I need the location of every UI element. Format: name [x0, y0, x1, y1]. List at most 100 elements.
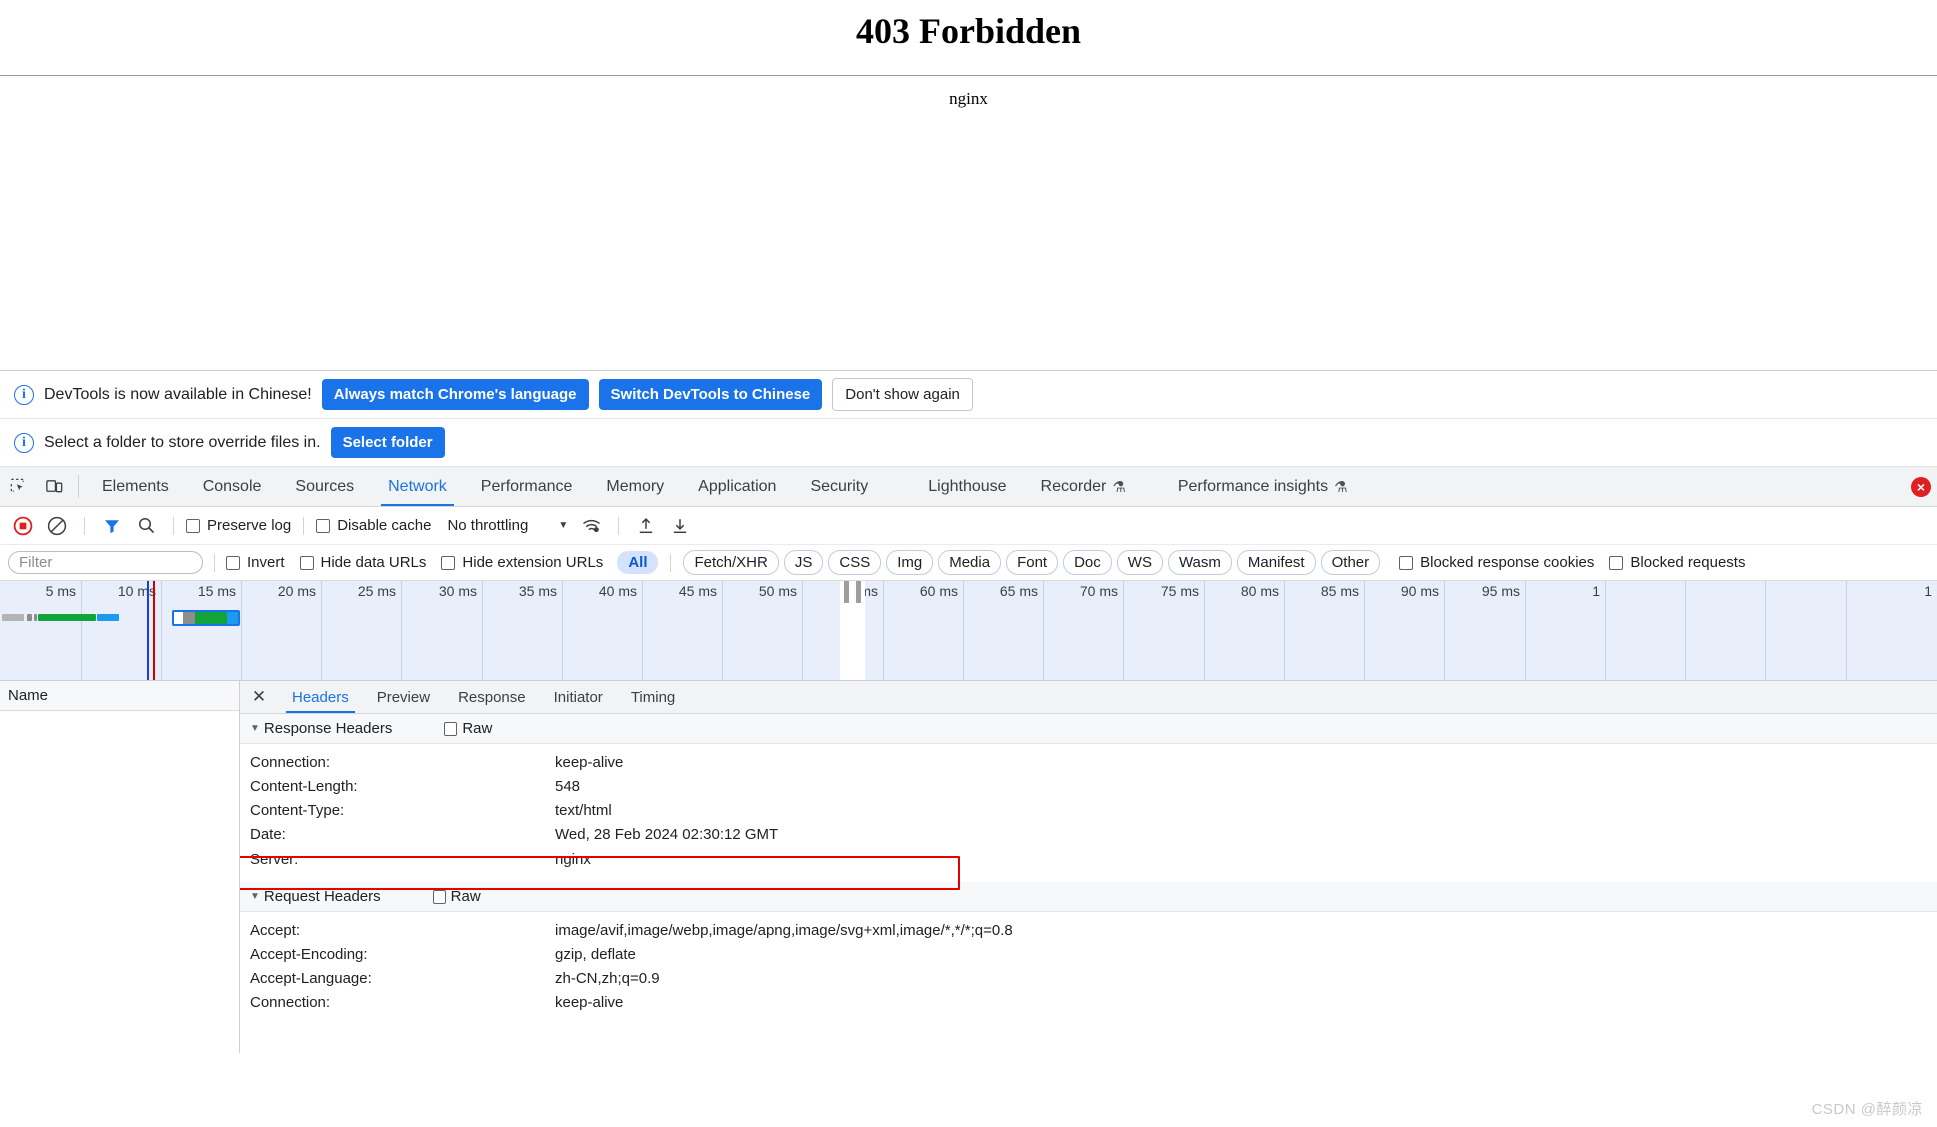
record-stop-icon[interactable]	[8, 512, 38, 540]
table-row[interactable]: Accept-Encoding: gzip, deflate	[240, 942, 1937, 966]
server-signature: nginx	[949, 89, 988, 108]
close-icon[interactable]: ✕	[240, 681, 278, 713]
detail-tab-response[interactable]: Response	[444, 681, 540, 713]
export-har-icon[interactable]	[665, 512, 695, 540]
select-folder-button[interactable]: Select folder	[330, 427, 445, 458]
preserve-log-checkbox[interactable]: Preserve log	[186, 517, 291, 534]
header-name: Date:	[250, 825, 286, 843]
dont-show-again-button[interactable]: Don't show again	[832, 378, 973, 411]
detail-tab-timing[interactable]: Timing	[617, 681, 689, 713]
tab-recorder[interactable]: Recorder ⚗	[1024, 467, 1143, 506]
overview-tick-label: 1	[1592, 583, 1600, 599]
tab-label: Lighthouse	[928, 477, 1007, 495]
type-filter-ws[interactable]: WS	[1116, 550, 1163, 575]
table-row[interactable]: Date: Wed, 28 Feb 2024 02:30:12 GMT	[240, 822, 1937, 846]
filter-funnel-icon[interactable]	[97, 512, 127, 540]
table-row[interactable]: Accept: image/avif,image/webp,image/apng…	[240, 918, 1937, 942]
always-match-chrome-language-button[interactable]: Always match Chrome's language	[321, 379, 589, 410]
request-list-header[interactable]: Name	[0, 681, 239, 711]
table-row[interactable]: Connection: keep-alive	[240, 990, 1937, 1014]
type-filter-fetch-xhr[interactable]: Fetch/XHR	[683, 550, 779, 575]
filter-divider	[670, 553, 672, 572]
tab-label: Network	[388, 477, 447, 495]
tab-sources[interactable]: Sources	[278, 467, 371, 506]
tab-elements[interactable]: Elements	[85, 467, 186, 506]
checkbox-box	[444, 721, 458, 736]
header-name: Connection:	[250, 753, 331, 771]
table-row[interactable]: Content-Type: text/html	[240, 798, 1937, 822]
import-har-icon[interactable]	[631, 512, 661, 540]
toolbar-divider	[618, 516, 620, 535]
column-header-name: Name	[8, 687, 49, 704]
tab-lighthouse[interactable]: Lighthouse	[911, 467, 1023, 506]
inspect-element-icon[interactable]	[0, 467, 36, 506]
hide-data-urls-checkbox[interactable]: Hide data URLs	[299, 554, 426, 571]
type-filter-js[interactable]: JS	[783, 550, 824, 575]
wifi-settings-icon[interactable]	[576, 512, 606, 540]
type-filter-doc[interactable]: Doc	[1063, 550, 1112, 575]
response-raw-checkbox[interactable]: Raw	[444, 720, 492, 737]
clear-network-log-icon[interactable]	[42, 512, 72, 540]
overview-tick-label: 1	[1924, 583, 1932, 599]
switch-devtools-to-chinese-button[interactable]: Switch DevTools to Chinese	[598, 379, 823, 410]
waterfall-stalled-segment	[183, 612, 195, 624]
detail-tab-preview[interactable]: Preview	[363, 681, 444, 713]
response-headers-toggle[interactable]: ▼ Response Headers	[250, 720, 392, 737]
table-row-server[interactable]: Server: nginx	[240, 846, 1937, 872]
header-value: text/html	[555, 801, 612, 819]
tab-application[interactable]: Application	[681, 467, 793, 506]
table-row[interactable]: Connection: keep-alive	[240, 750, 1937, 774]
detail-tab-headers[interactable]: Headers	[278, 681, 363, 713]
toolbar-divider	[84, 516, 85, 535]
table-row[interactable]: Content-Length: 548	[240, 774, 1937, 798]
section-title: Response Headers	[263, 720, 393, 737]
overview-waterfall-bar	[38, 614, 96, 621]
type-filter-wasm[interactable]: Wasm	[1167, 550, 1232, 575]
error-count-badge[interactable]: ×	[1911, 477, 1931, 497]
device-toolbar-icon[interactable]	[36, 467, 72, 506]
request-list-body[interactable]	[0, 711, 239, 1053]
tab-label: Performance insights	[1177, 477, 1329, 495]
response-headers-section-header: ▼ Response Headers Raw	[240, 714, 1937, 744]
resize-grip	[840, 581, 865, 603]
tab-network[interactable]: Network	[371, 467, 464, 506]
checkbox-box	[299, 555, 314, 570]
request-headers-toggle[interactable]: ▼ Request Headers	[250, 888, 381, 905]
overview-tick-label: 30 ms	[438, 583, 477, 599]
tab-performance-insights[interactable]: Performance insights ⚗	[1161, 467, 1365, 506]
type-filter-img[interactable]: Img	[886, 550, 934, 575]
tab-performance[interactable]: Performance	[464, 467, 590, 506]
type-filter-all[interactable]: All	[617, 551, 659, 574]
type-filter-other[interactable]: Other	[1320, 550, 1381, 575]
triangle-down-icon: ▼	[250, 891, 260, 902]
type-filter-css[interactable]: CSS	[828, 550, 882, 575]
table-row[interactable]: Accept-Language: zh-CN,zh;q=0.9	[240, 966, 1937, 990]
triangle-down-icon: ▼	[250, 723, 260, 734]
type-filter-manifest[interactable]: Manifest	[1236, 550, 1316, 575]
hide-extension-urls-checkbox[interactable]: Hide extension URLs	[441, 554, 603, 571]
filter-input[interactable]	[8, 551, 203, 574]
tab-memory[interactable]: Memory	[589, 467, 681, 506]
blocked-response-cookies-checkbox[interactable]: Blocked response cookies	[1399, 554, 1594, 571]
tab-label: Sources	[295, 477, 355, 495]
type-filter-font[interactable]: Font	[1006, 550, 1059, 575]
overview-resize-handle[interactable]	[840, 581, 865, 680]
disable-cache-checkbox[interactable]: Disable cache	[316, 517, 431, 534]
tab-label: Memory	[606, 477, 665, 495]
blocked-requests-checkbox[interactable]: Blocked requests	[1609, 554, 1745, 571]
network-timeline-overview[interactable]: 5 ms 10 ms 15 ms 20 ms 25 ms 30 ms 35 ms…	[0, 581, 1937, 681]
detail-tab-initiator[interactable]: Initiator	[540, 681, 617, 713]
chevron-down-icon: ▼	[558, 520, 569, 531]
overview-tick-label: 60 ms	[919, 583, 958, 599]
request-headers-section-header: ▼ Request Headers Raw	[240, 882, 1937, 912]
header-value: 548	[555, 777, 581, 795]
type-filter-media[interactable]: Media	[938, 550, 1002, 575]
throttling-dropdown[interactable]: No throttling ▼	[447, 517, 568, 534]
tab-label: Recorder	[1040, 477, 1107, 495]
request-raw-checkbox[interactable]: Raw	[432, 888, 481, 905]
tab-console[interactable]: Console	[186, 467, 279, 506]
search-icon[interactable]	[131, 512, 161, 540]
tab-security[interactable]: Security	[793, 467, 885, 506]
overview-selected-request[interactable]	[172, 610, 240, 626]
invert-checkbox[interactable]: Invert	[226, 554, 285, 571]
